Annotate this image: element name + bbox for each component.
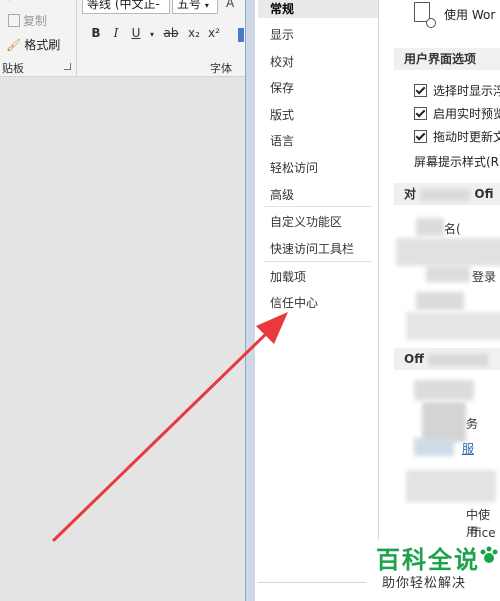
watermark-subtitle: 助你轻松解决 bbox=[382, 576, 467, 591]
annotation-arrow bbox=[52, 312, 288, 542]
paw-icon bbox=[480, 546, 498, 563]
watermark-title: 百科全说 bbox=[376, 546, 480, 574]
watermark: 百科全说 助你轻松解决 bbox=[366, 540, 500, 601]
arrow-shaft bbox=[52, 328, 272, 542]
